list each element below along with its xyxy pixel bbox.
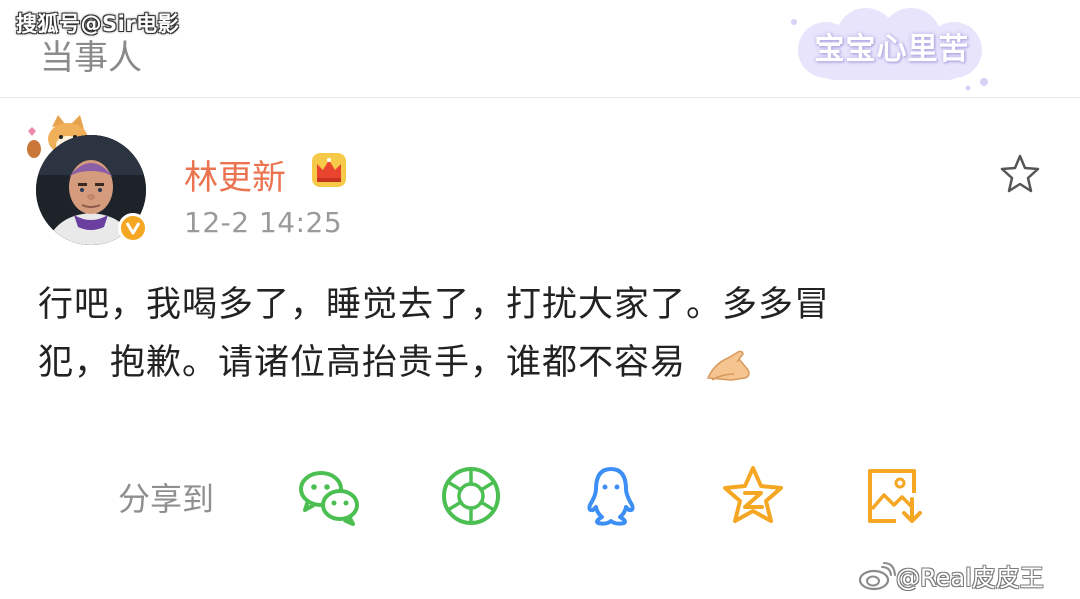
qzone-icon[interactable] [720, 463, 786, 529]
weibo-logo-icon [858, 561, 896, 590]
qq-icon[interactable] [578, 463, 644, 529]
section-title: 当事人 [40, 38, 142, 78]
avatar-group[interactable] [22, 113, 172, 248]
save-image-icon[interactable] [862, 463, 928, 529]
weibo-watermark-text: @Real皮皮王 [896, 564, 1044, 592]
divider [0, 97, 1080, 98]
sticker-text: 宝宝心里苦 [814, 32, 970, 67]
post-content: 行吧，我喝多了，睡觉去了，打扰大家了。多多冒 犯，抱歉。请诸位高抬贵手，谁都不容… [38, 276, 1018, 392]
favorite-star-icon[interactable] [998, 152, 1042, 196]
pray-hands-icon [707, 350, 750, 381]
weibo-watermark: @Real皮皮王 [858, 558, 1044, 593]
verified-v-badge-icon [118, 213, 148, 243]
share-label: 分享到 [118, 480, 215, 518]
username[interactable]: 林更新 [184, 150, 286, 199]
post-line-2: 犯，抱歉。请诸位高抬贵手，谁都不容易 [38, 343, 687, 383]
post-timestamp: 12-2 14:25 [184, 206, 343, 239]
moments-icon[interactable] [438, 463, 504, 529]
post-line-2-wrap: 犯，抱歉。请诸位高抬贵手，谁都不容易 [38, 334, 1018, 392]
post-line-1: 行吧，我喝多了，睡觉去了，打扰大家了。多多冒 [38, 285, 831, 325]
wechat-icon[interactable] [296, 463, 362, 529]
crown-vip-icon [312, 153, 346, 187]
cloud-sticker: 宝宝心里苦 [786, 8, 998, 94]
